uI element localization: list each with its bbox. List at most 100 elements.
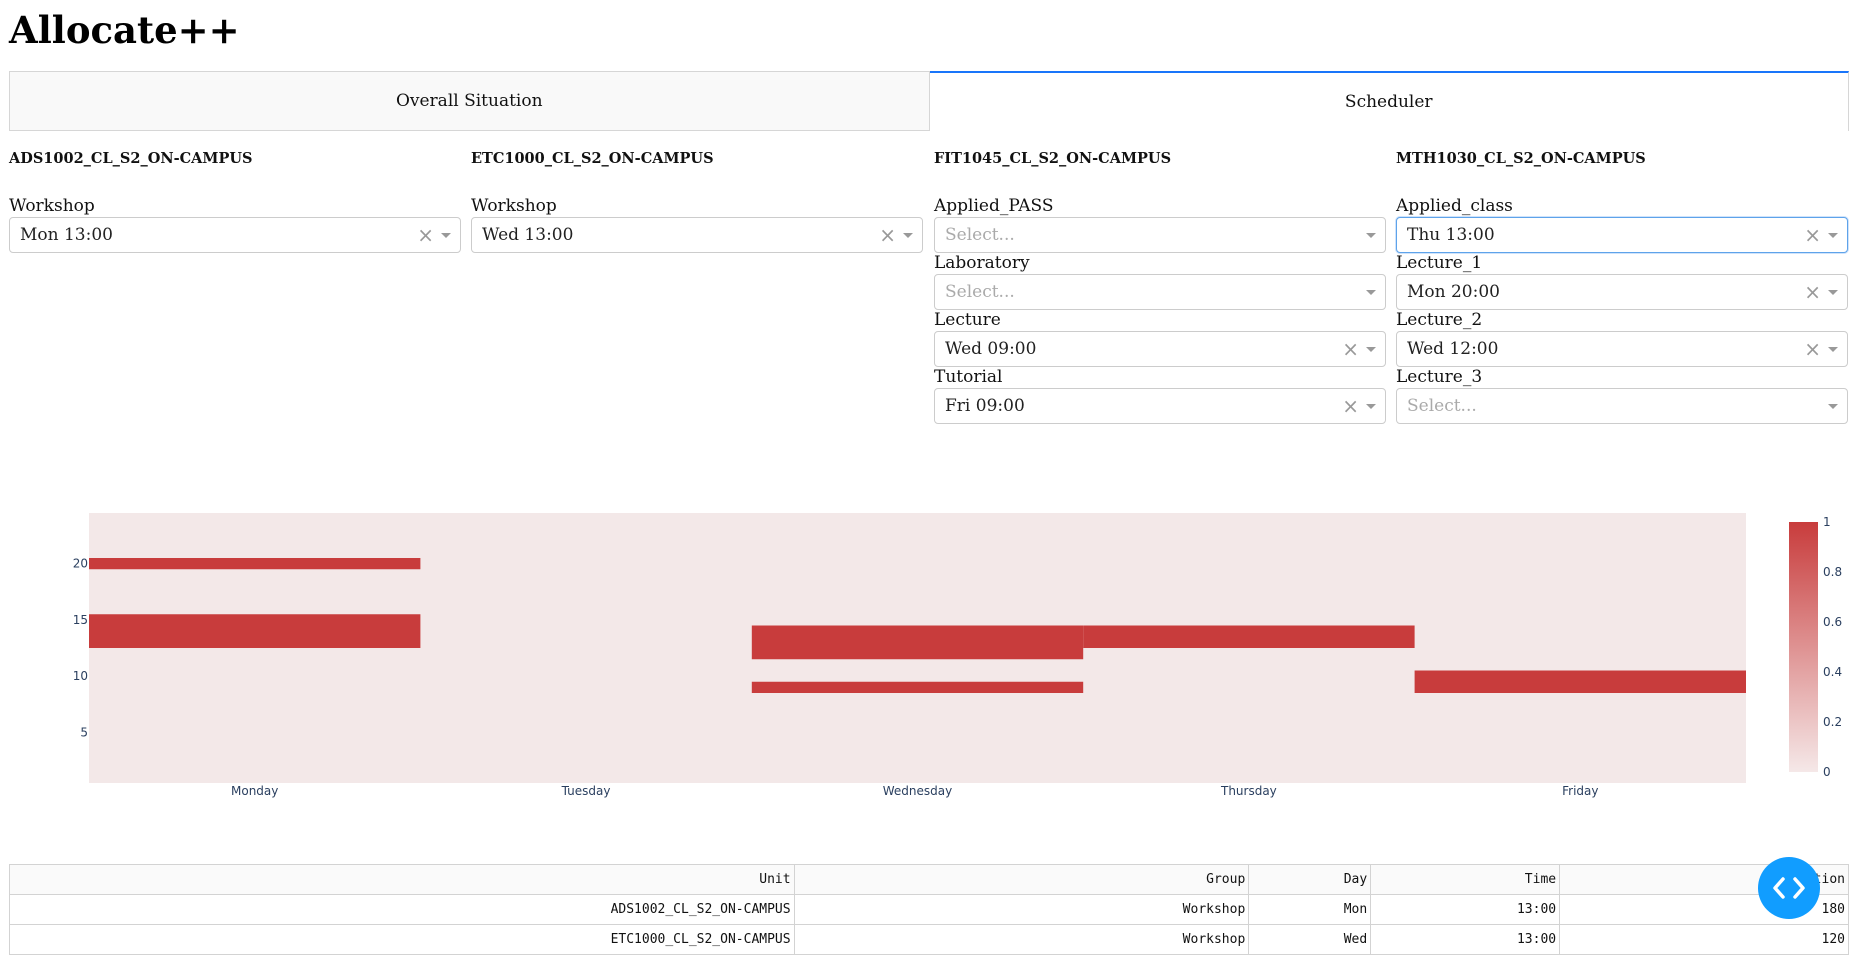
clear-icon[interactable]: × (1804, 218, 1821, 252)
tab-scheduler[interactable]: Scheduler (929, 71, 1849, 131)
clear-icon[interactable]: × (1804, 275, 1821, 309)
heatmap-occupied-cell (89, 614, 421, 648)
dropdown-value: Wed 09:00 (945, 339, 1037, 359)
y-tick-label: 10 (73, 669, 88, 683)
colorbar (1789, 522, 1818, 772)
unit-title: FIT1045_CL_S2_ON-CAMPUS (934, 150, 1172, 167)
field-label: Lecture_3 (1396, 367, 1483, 387)
dropdown-placeholder: Select... (1407, 396, 1477, 416)
heatmap-occupied-cell (89, 558, 421, 570)
x-tick-label: Monday (231, 784, 278, 798)
workshop-dropdown[interactable]: Mon 13:00 × (9, 217, 461, 253)
dropdown-placeholder: Select... (945, 282, 1015, 302)
table-cell: 13:00 (1370, 924, 1561, 955)
clear-icon[interactable]: × (879, 218, 896, 252)
lecture-1-dropdown[interactable]: Mon 20:00 × (1396, 274, 1848, 310)
field-label: Lecture_2 (1396, 310, 1483, 330)
table-cell: Wed (1248, 924, 1372, 955)
clear-icon[interactable]: × (1804, 332, 1821, 366)
lecture-3-dropdown[interactable]: Select... (1396, 388, 1848, 424)
lecture-dropdown[interactable]: Wed 09:00 × (934, 331, 1386, 367)
unit-title: ETC1000_CL_S2_ON-CAMPUS (471, 150, 714, 167)
colorbar-tick-label: 0.4 (1823, 665, 1842, 679)
chevron-down-icon[interactable] (441, 233, 451, 238)
column-header-group[interactable]: Group (793, 864, 1250, 895)
unit-title: ADS1002_CL_S2_ON-CAMPUS (9, 150, 253, 167)
dropdown-value: Thu 13:00 (1407, 225, 1495, 245)
table-cell: ETC1000_CL_S2_ON-CAMPUS (9, 924, 795, 955)
field-label: Workshop (9, 196, 95, 216)
dropdown-value: Wed 12:00 (1407, 339, 1499, 359)
table-row: ADS1002_CL_S2_ON-CAMPUS Workshop Mon 13:… (9, 894, 1849, 925)
table-header-row: Unit Group Day Time Duration (9, 864, 1849, 895)
app-title: Allocate++ (9, 8, 240, 52)
chevron-down-icon[interactable] (1366, 404, 1376, 409)
heatmap-occupied-cell (1414, 670, 1746, 693)
x-tick-label: Friday (1562, 784, 1598, 798)
chevron-down-icon[interactable] (1366, 347, 1376, 352)
heatmap-occupied-cell (751, 681, 1084, 693)
applied-class-dropdown[interactable]: Thu 13:00 × (1396, 217, 1848, 253)
field-label: Applied_class (1396, 196, 1513, 216)
colorbar-tick-label: 1 (1823, 515, 1831, 529)
chevron-down-icon[interactable] (1366, 290, 1376, 295)
dropdown-value: Wed 13:00 (482, 225, 574, 245)
unit-column-fit1045: FIT1045_CL_S2_ON-CAMPUS Applied_PASS Sel… (934, 150, 1386, 424)
table-row: ETC1000_CL_S2_ON-CAMPUS Workshop Wed 13:… (9, 924, 1849, 955)
colorbar-tick-label: 0.2 (1823, 715, 1842, 729)
table-cell: 120 (1559, 924, 1849, 955)
field-label: Workshop (471, 196, 557, 216)
unit-column-ads1002: ADS1002_CL_S2_ON-CAMPUS Workshop Mon 13:… (9, 150, 461, 253)
schedule-table: Unit Group Day Time Duration ADS1002_CL_… (9, 864, 1849, 955)
heatmap-occupied-cell (751, 625, 1084, 660)
unit-title: MTH1030_CL_S2_ON-CAMPUS (1396, 150, 1646, 167)
column-header-unit[interactable]: Unit (9, 864, 795, 895)
table-cell: Mon (1248, 894, 1372, 925)
y-tick-label: 20 (73, 557, 88, 571)
field-label: Lecture (934, 310, 1001, 330)
chevron-down-icon[interactable] (903, 233, 913, 238)
colorbar-tick-label: 0.8 (1823, 565, 1842, 579)
schedule-heatmap: 5 10 15 20 Monday Tuesday Wednesday Thursday Fr… (0, 500, 1859, 820)
table-cell: ADS1002_CL_S2_ON-CAMPUS (9, 894, 795, 925)
dropdown-value: Fri 09:00 (945, 396, 1025, 416)
dropdown-value: Mon 13:00 (20, 225, 113, 245)
field-label: Applied_PASS (934, 196, 1054, 216)
chevron-down-icon[interactable] (1366, 233, 1376, 238)
table-cell: Workshop (793, 924, 1250, 955)
clear-icon[interactable]: × (1342, 332, 1359, 366)
tutorial-dropdown[interactable]: Fri 09:00 × (934, 388, 1386, 424)
colorbar-tick-label: 0.6 (1823, 615, 1842, 629)
chevron-down-icon[interactable] (1828, 404, 1838, 409)
clear-icon[interactable]: × (1342, 389, 1359, 423)
workshop-dropdown[interactable]: Wed 13:00 × (471, 217, 923, 253)
applied-pass-dropdown[interactable]: Select... (934, 217, 1386, 253)
unit-column-etc1000: ETC1000_CL_S2_ON-CAMPUS Workshop Wed 13:… (471, 150, 923, 253)
heatmap-occupied-cell (1083, 625, 1415, 648)
heatmap-svg: 5101520 Monday Tuesday Wednesday Thursday Fr… (73, 513, 1842, 798)
dropdown-value: Mon 20:00 (1407, 282, 1500, 302)
code-toggle-button[interactable] (1758, 857, 1820, 919)
colorbar-tick-label: 0 (1823, 765, 1831, 779)
code-icon (1773, 877, 1805, 899)
table-cell: Workshop (793, 894, 1250, 925)
chevron-down-icon[interactable] (1828, 290, 1838, 295)
x-tick-label: Tuesday (561, 784, 611, 798)
unit-column-mth1030: MTH1030_CL_S2_ON-CAMPUS Applied_class Th… (1396, 150, 1848, 424)
chevron-down-icon[interactable] (1828, 233, 1838, 238)
clear-icon[interactable]: × (417, 218, 434, 252)
dropdown-placeholder: Select... (945, 225, 1015, 245)
field-label: Lecture_1 (1396, 253, 1483, 273)
tab-overall-situation[interactable]: Overall Situation (9, 71, 930, 131)
chevron-down-icon[interactable] (1828, 347, 1838, 352)
field-label: Laboratory (934, 253, 1030, 273)
column-header-day[interactable]: Day (1248, 864, 1372, 895)
x-tick-label: Wednesday (883, 784, 952, 798)
tab-bar: Overall Situation Scheduler (9, 71, 1849, 131)
y-tick-label: 15 (73, 613, 88, 627)
laboratory-dropdown[interactable]: Select... (934, 274, 1386, 310)
column-header-time[interactable]: Time (1370, 864, 1561, 895)
lecture-2-dropdown[interactable]: Wed 12:00 × (1396, 331, 1848, 367)
table-cell: 13:00 (1370, 894, 1561, 925)
y-tick-label: 5 (80, 725, 88, 739)
